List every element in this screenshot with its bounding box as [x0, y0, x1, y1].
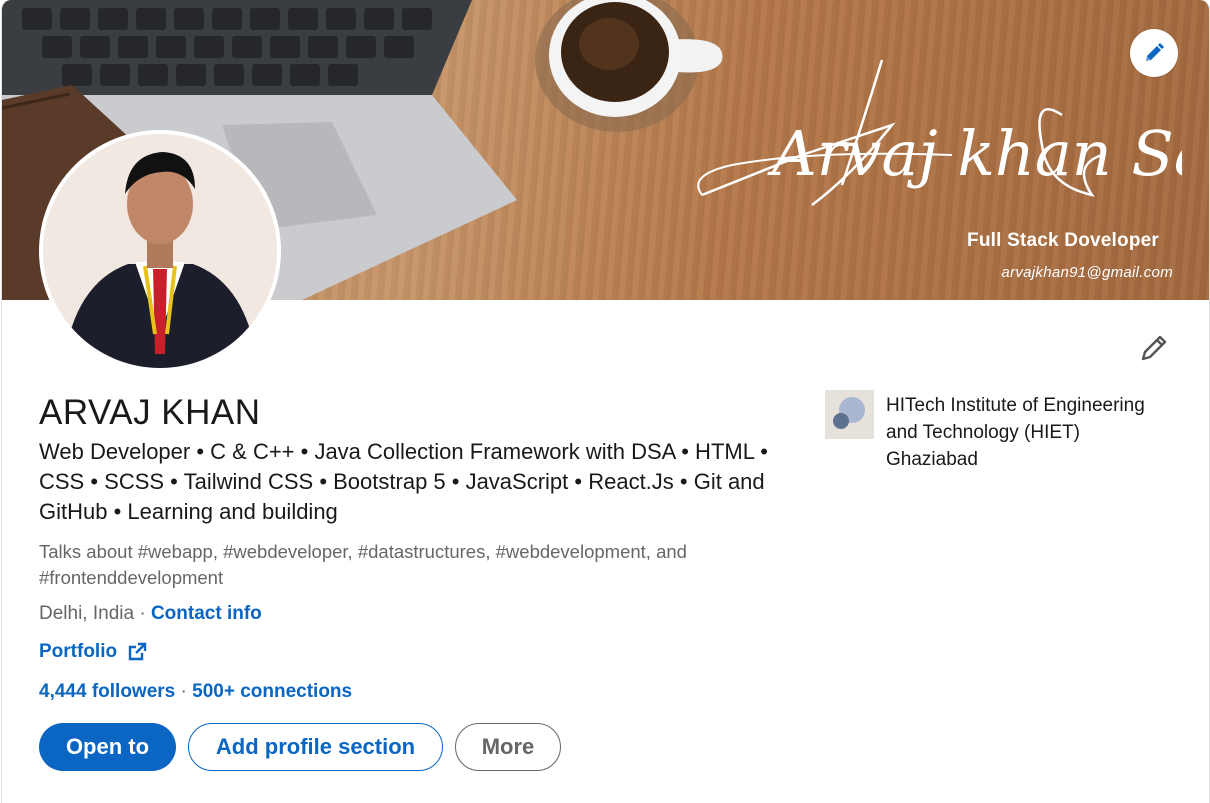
location-row: Delhi, India · Contact info [39, 603, 262, 625]
profile-card: Arvaj khan Saifi Full Stack Doveloper ar… [1, 0, 1210, 803]
location-text: Delhi, India [39, 603, 135, 624]
external-link-icon[interactable] [127, 642, 147, 662]
portfolio-link[interactable]: Portfolio [39, 641, 117, 663]
network-row: 4,444 followers · 500+ connections [39, 681, 352, 703]
school-logo-icon [825, 390, 874, 439]
pencil-icon [1146, 43, 1164, 61]
pencil-icon [1141, 335, 1167, 361]
school-logo [825, 390, 874, 439]
separator: · [134, 603, 151, 624]
banner-subtitle: Full Stack Doveloper [967, 230, 1159, 251]
profile-name: ARVAJ KHAN [39, 393, 261, 432]
more-button[interactable]: More [455, 723, 561, 771]
signature-artwork: Arvaj khan Saifi [697, 59, 1182, 206]
contact-info-link[interactable]: Contact info [151, 603, 262, 624]
portfolio-row: Portfolio [39, 641, 147, 663]
education-item[interactable]: HITech Institute of Engineering and Tech… [825, 390, 1176, 473]
school-name: HITech Institute of Engineering and Tech… [886, 395, 1145, 470]
followers-link[interactable]: 4,444 followers [39, 681, 175, 702]
profile-avatar[interactable] [39, 130, 281, 372]
add-profile-section-button[interactable]: Add profile section [188, 723, 443, 771]
person-photo [43, 134, 277, 368]
separator: · [180, 681, 193, 702]
svg-text:Arvaj khan Saifi: Arvaj khan Saifi [767, 117, 1182, 190]
connections-link[interactable]: 500+ connections [192, 681, 352, 702]
open-to-button[interactable]: Open to [39, 723, 176, 771]
banner-email: arvajkhan91@gmail.com [1001, 264, 1173, 281]
edit-intro-button[interactable] [1132, 326, 1176, 370]
profile-headline: Web Developer • C & C++ • Java Collectio… [39, 439, 768, 524]
edit-banner-button[interactable] [1130, 29, 1178, 77]
talks-about: Talks about #webapp, #webdeveloper, #dat… [39, 541, 687, 588]
